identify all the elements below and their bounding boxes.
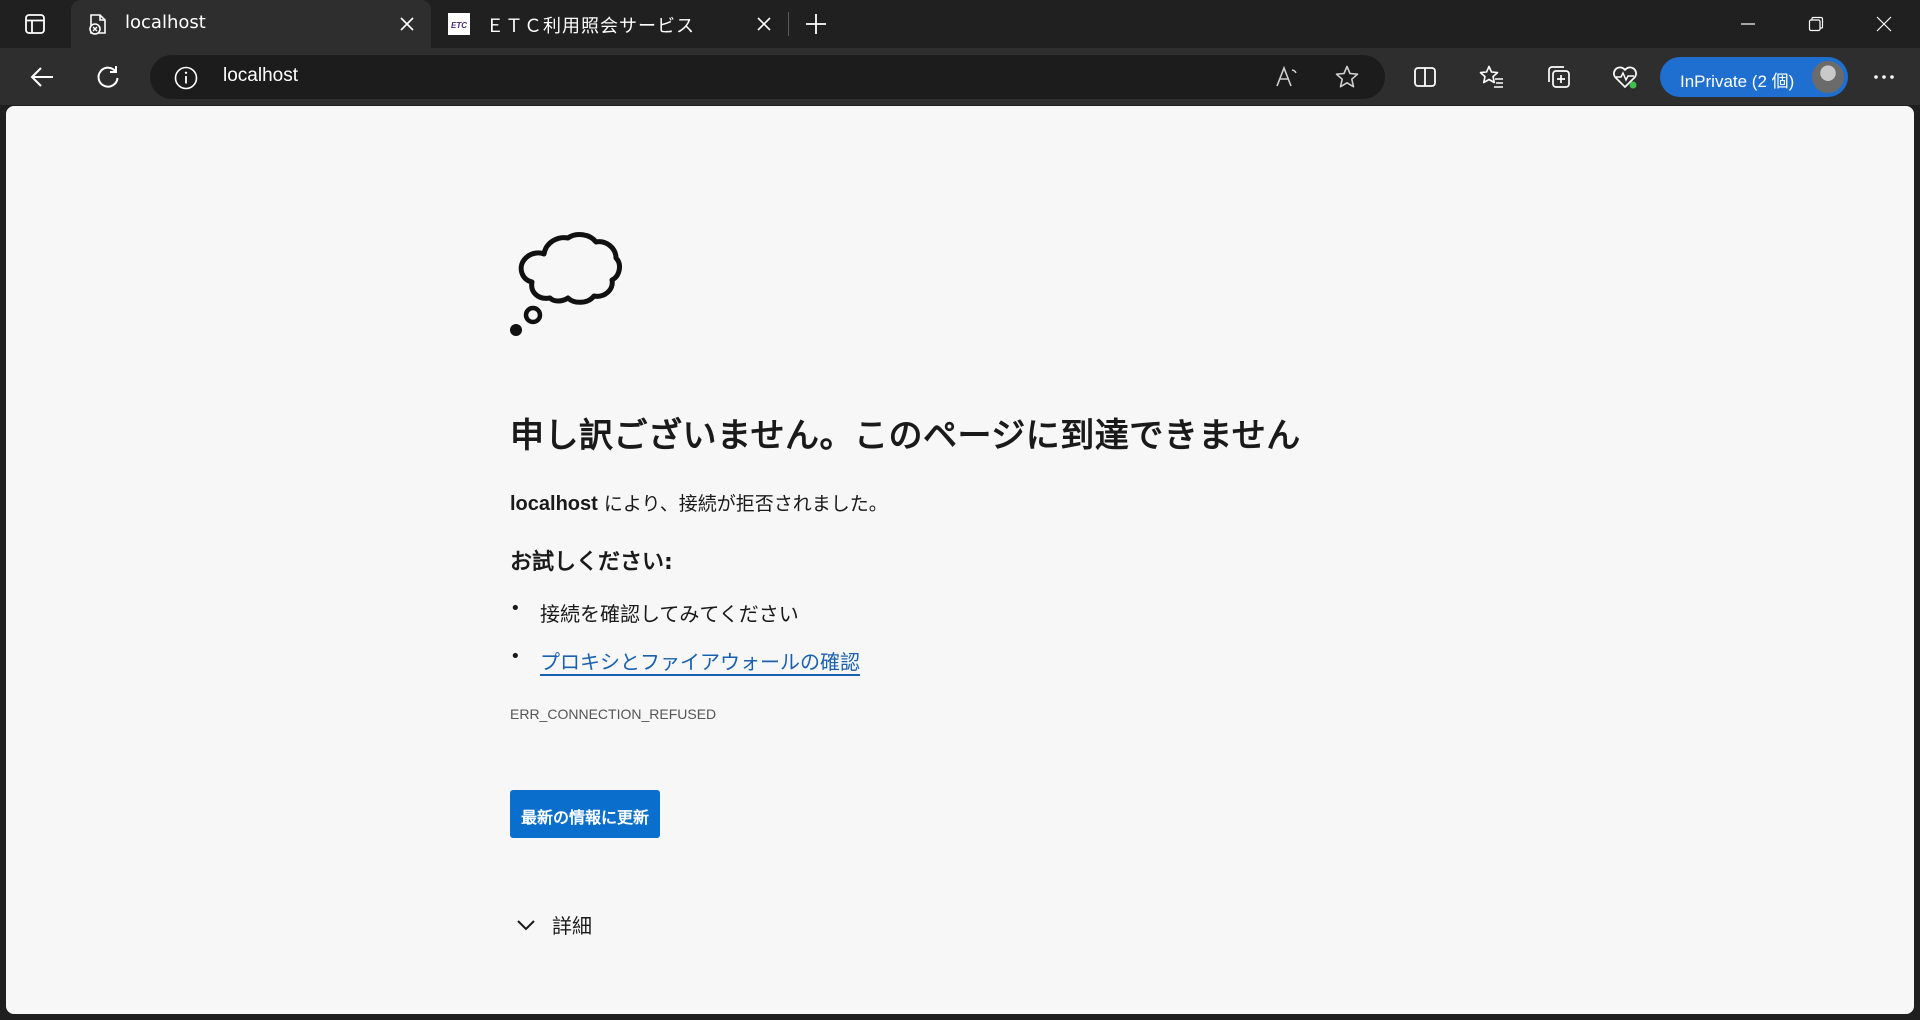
etc-favicon-icon: ETC <box>448 13 470 35</box>
close-window-button[interactable] <box>1850 0 1918 48</box>
back-button[interactable] <box>22 57 62 97</box>
tab-close-button[interactable] <box>397 14 417 34</box>
read-aloud-button[interactable] <box>1267 57 1307 97</box>
page-viewport: 申し訳ございません。このページに到達できません localhost により、接続… <box>6 106 1914 1014</box>
tab-close-button[interactable] <box>754 14 774 34</box>
error-description: localhost により、接続が拒否されました。 <box>510 489 1410 516</box>
chevron-down-icon <box>517 919 535 930</box>
plus-icon <box>806 14 826 34</box>
tab-title: ＥＴＣ利用照会サービス <box>486 16 695 37</box>
read-aloud-icon <box>1276 65 1297 87</box>
list-item: プロキシとファイアウォールの確認 <box>510 646 1410 694</box>
refresh-icon <box>97 66 119 88</box>
heart-pulse-icon <box>1613 66 1637 89</box>
url-text[interactable]: localhost <box>223 65 298 87</box>
tab-title: localhost <box>125 12 206 33</box>
more-dots-icon <box>1874 75 1894 79</box>
close-icon <box>1876 16 1892 32</box>
split-screen-icon <box>1414 67 1436 87</box>
close-icon <box>400 17 414 31</box>
error-heading: 申し訳ございません。このページに到達できません <box>510 416 1301 456</box>
star-icon <box>1335 65 1359 88</box>
collections-icon <box>1548 66 1570 88</box>
close-icon <box>757 17 771 31</box>
tab-divider <box>788 12 789 36</box>
error-host: localhost <box>510 493 598 515</box>
suggestion-check-connection: 接続を確認してみてください <box>540 602 799 626</box>
details-toggle[interactable]: 詳細 <box>510 910 1410 939</box>
svg-text:ETC: ETC <box>451 21 467 30</box>
inprivate-label: InPrivate (2 個) <box>1680 72 1795 91</box>
new-tab-button[interactable] <box>800 8 832 40</box>
inprivate-profile-button[interactable]: InPrivate (2 個) <box>1660 57 1848 97</box>
site-info-icon[interactable] <box>174 66 198 90</box>
tab-localhost[interactable]: localhost <box>71 0 431 48</box>
thought-cloud-icon <box>510 232 622 336</box>
restore-button[interactable] <box>1782 0 1850 48</box>
collections-button[interactable] <box>1539 57 1579 97</box>
settings-more-button[interactable] <box>1864 57 1904 97</box>
avatar <box>1810 59 1846 95</box>
browser-essentials-button[interactable] <box>1605 57 1645 97</box>
error-description-text: により、接続が拒否されました。 <box>597 493 888 515</box>
refresh-page-button[interactable]: 最新の情報に更新 <box>510 790 660 838</box>
suggestions-heading: お試しください: <box>510 550 673 575</box>
tab-strip: localhost ETC ＥＴＣ利用照会サービス <box>0 0 1920 48</box>
page-error-icon <box>89 14 106 35</box>
back-arrow-icon <box>30 67 53 87</box>
favorite-button[interactable] <box>1327 57 1367 97</box>
favorites-list-icon <box>1479 65 1503 88</box>
tab-etc-service[interactable]: ETC ＥＴＣ利用照会サービス <box>432 0 788 48</box>
tab-actions-icon <box>25 14 45 34</box>
error-content: 申し訳ございません。このページに到達できません localhost により、接続… <box>510 226 1410 939</box>
list-item: 接続を確認してみてください <box>510 598 1410 646</box>
suggestions-list: 接続を確認してみてください プロキシとファイアウォールの確認 <box>510 598 1410 694</box>
tab-actions-button[interactable] <box>14 8 56 40</box>
minimize-button[interactable] <box>1714 0 1782 48</box>
proxy-firewall-link[interactable]: プロキシとファイアウォールの確認 <box>540 650 860 674</box>
error-code: ERR_CONNECTION_REFUSED <box>510 706 717 722</box>
restore-icon <box>1808 16 1824 32</box>
browser-toolbar: localhost InPrivate (2 個) <box>0 48 1920 105</box>
minimize-icon <box>1741 23 1755 25</box>
address-bar[interactable]: localhost <box>150 55 1385 99</box>
details-label: 詳細 <box>552 914 592 938</box>
split-screen-button[interactable] <box>1405 57 1445 97</box>
favorites-button[interactable] <box>1472 57 1512 97</box>
refresh-button[interactable] <box>88 57 128 97</box>
